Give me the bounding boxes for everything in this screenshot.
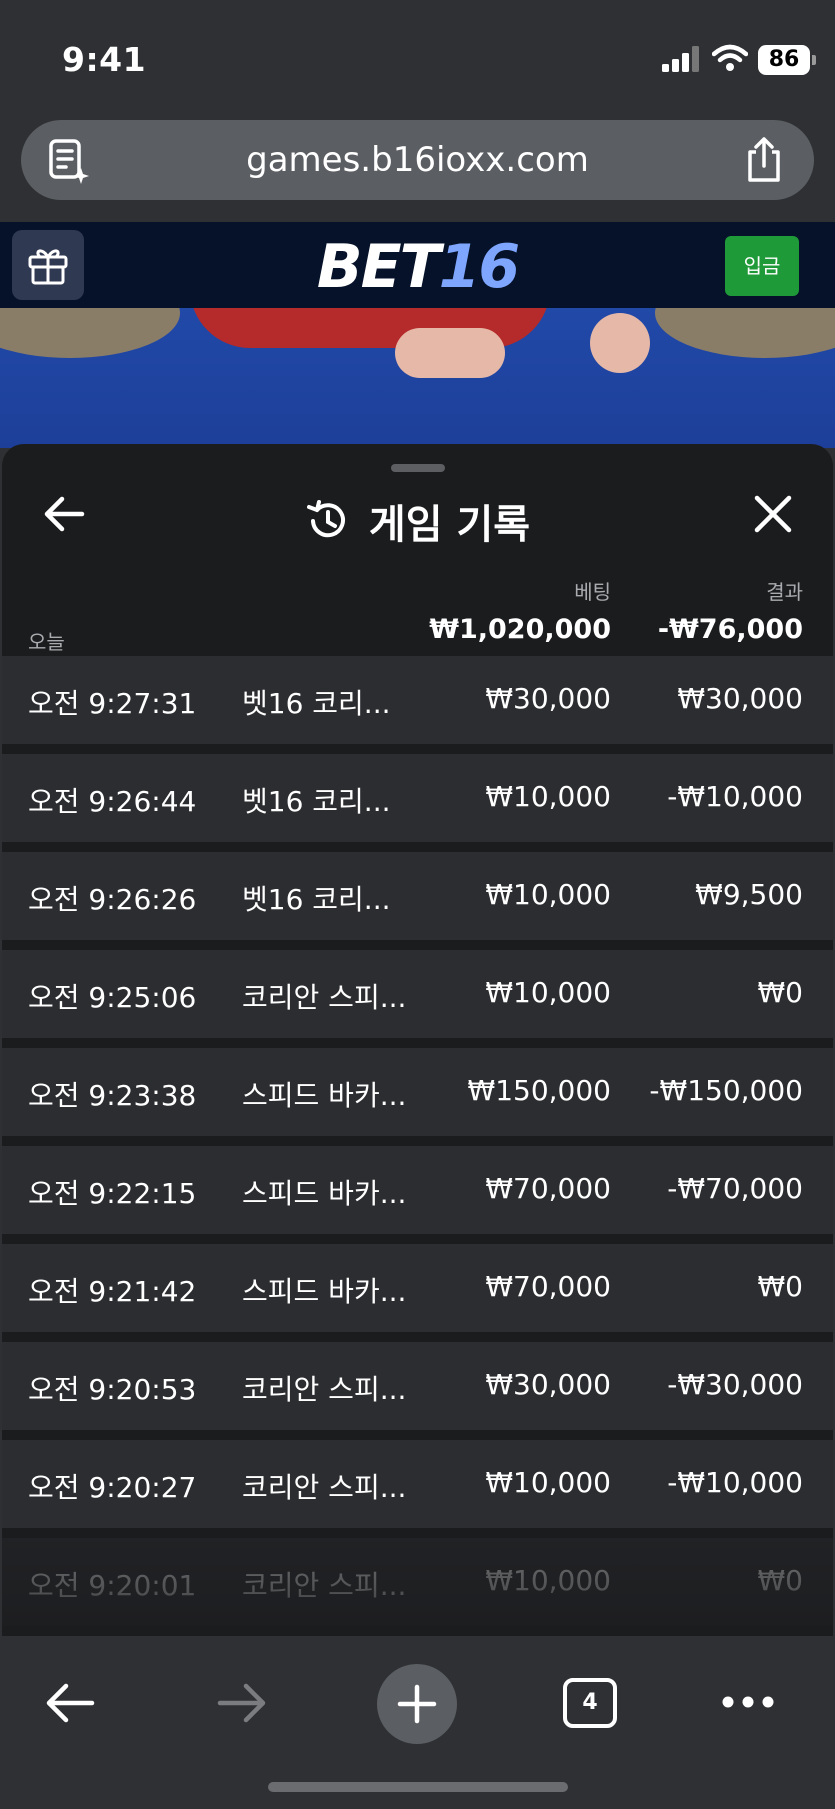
row-result: ₩9,500 — [695, 878, 803, 911]
row-game: 벳16 코리... — [242, 687, 391, 720]
history-row[interactable]: 오전 9:20:27 코리안 스피... ₩10,000 -₩10,000 — [2, 1440, 833, 1528]
row-game: 코리안 스피... — [242, 981, 407, 1014]
game-history-sheet: 게임 기록 베팅 결과 오늘 ₩1,020,000 -₩76,000 오전 9:… — [2, 444, 833, 1644]
logo-text-16: 16 — [438, 232, 520, 302]
row-bet: ₩10,000 — [485, 1466, 611, 1499]
history-icon — [306, 500, 345, 538]
row-game: 코리안 스피... — [242, 1373, 407, 1406]
history-row[interactable]: 오전 9:26:26 벳16 코리... ₩10,000 ₩9,500 — [2, 852, 833, 940]
history-row[interactable]: 오전 9:21:42 스피드 바카... ₩70,000 ₩0 — [2, 1244, 833, 1332]
row-time: 오전 9:20:53 — [28, 1373, 197, 1406]
status-bar: 9:41 86 — [0, 0, 835, 115]
logo-text-bet: BET — [316, 232, 441, 302]
status-time: 9:41 — [62, 40, 147, 79]
history-row[interactable]: 오전 9:27:31 벳16 코리... ₩30,000 ₩30,000 — [2, 656, 833, 744]
history-row[interactable]: 오전 9:26:44 벳16 코리... ₩10,000 -₩10,000 — [2, 754, 833, 842]
history-row[interactable]: 오전 9:20:01 코리안 스피... ₩10,000 ₩0 — [2, 1538, 833, 1626]
row-bet: ₩150,000 — [467, 1074, 611, 1107]
deposit-button[interactable]: 입금 — [725, 236, 799, 296]
dealer-hand — [395, 328, 505, 378]
row-time: 오전 9:20:01 — [28, 1569, 197, 1602]
row-result: -₩70,000 — [667, 1172, 803, 1205]
row-game: 스피드 바카... — [242, 1177, 407, 1210]
row-result: ₩0 — [757, 1564, 804, 1597]
history-row[interactable]: 오전 9:22:15 스피드 바카... ₩70,000 -₩70,000 — [2, 1146, 833, 1234]
sheet-header: 게임 기록 — [2, 492, 833, 550]
history-list: 오전 9:27:31 벳16 코리... ₩30,000 ₩30,000 오전 … — [2, 656, 833, 1636]
row-bet: ₩10,000 — [485, 1564, 611, 1597]
row-game: 코리안 스피... — [242, 1471, 407, 1504]
table-rail — [655, 308, 835, 358]
table-rail — [0, 308, 180, 358]
row-game: 벳16 코리... — [242, 785, 391, 818]
row-game: 스피드 바카... — [242, 1079, 407, 1112]
site-header: BET16 입금 — [0, 222, 835, 308]
site-logo[interactable]: BET16 — [0, 232, 835, 302]
history-row[interactable]: 오전 9:23:38 스피드 바카... ₩150,000 -₩150,000 — [2, 1048, 833, 1136]
url-text: games.b16ioxx.com — [246, 140, 589, 180]
row-bet: ₩30,000 — [485, 1368, 611, 1401]
row-game: 코리안 스피... — [242, 1569, 407, 1602]
row-result: ₩30,000 — [677, 682, 803, 715]
more-icon[interactable] — [720, 1694, 776, 1710]
sheet-grabber[interactable] — [391, 464, 445, 472]
period-label: 오늘 — [28, 630, 65, 654]
plus-icon — [397, 1684, 437, 1724]
row-result: -₩10,000 — [667, 780, 803, 813]
row-game: 벳16 코리... — [242, 883, 391, 916]
row-result: ₩0 — [757, 976, 804, 1009]
wifi-icon — [712, 44, 748, 71]
share-icon[interactable] — [744, 136, 784, 184]
row-bet: ₩70,000 — [485, 1270, 611, 1303]
live-video — [0, 308, 835, 448]
dealer-hand — [590, 313, 650, 373]
bet-column-label: 베팅 — [574, 580, 611, 604]
cellular-signal-icon — [662, 46, 699, 72]
row-time: 오전 9:26:44 — [28, 785, 197, 818]
row-bet: ₩30,000 — [485, 682, 611, 715]
result-column-label: 결과 — [766, 580, 803, 604]
row-bet: ₩10,000 — [485, 976, 611, 1009]
row-game: 스피드 바카... — [242, 1275, 407, 1308]
browser-back-icon[interactable] — [44, 1681, 96, 1725]
home-indicator[interactable] — [268, 1782, 568, 1792]
history-row[interactable]: 오전 9:20:53 코리안 스피... ₩30,000 -₩30,000 — [2, 1342, 833, 1430]
row-time: 오전 9:26:26 — [28, 883, 197, 916]
row-time: 오전 9:20:27 — [28, 1471, 197, 1504]
new-tab-button[interactable] — [377, 1664, 457, 1744]
row-result: ₩0 — [757, 1270, 804, 1303]
summary-header: 베팅 결과 오늘 ₩1,020,000 -₩76,000 — [2, 564, 833, 654]
row-result: -₩10,000 — [667, 1466, 803, 1499]
browser-forward-icon[interactable] — [216, 1681, 268, 1725]
battery-indicator: 86 — [758, 45, 816, 75]
row-bet: ₩70,000 — [485, 1172, 611, 1205]
tabs-button[interactable]: 4 — [563, 1678, 617, 1728]
history-row[interactable]: 오전 9:25:06 코리안 스피... ₩10,000 ₩0 — [2, 950, 833, 1038]
row-time: 오전 9:22:15 — [28, 1177, 197, 1210]
row-time: 오전 9:25:06 — [28, 981, 197, 1014]
row-bet: ₩10,000 — [485, 878, 611, 911]
sheet-title: 게임 기록 — [368, 502, 531, 548]
row-time: 오전 9:27:31 — [28, 687, 197, 720]
address-bar[interactable]: games.b16ioxx.com — [21, 120, 814, 200]
close-icon[interactable] — [753, 494, 793, 534]
row-result: -₩30,000 — [667, 1368, 803, 1401]
total-result: -₩76,000 — [657, 614, 803, 645]
row-time: 오전 9:23:38 — [28, 1079, 197, 1112]
row-time: 오전 9:21:42 — [28, 1275, 197, 1308]
row-result: -₩150,000 — [649, 1074, 803, 1107]
total-bet: ₩1,020,000 — [429, 614, 611, 645]
row-bet: ₩10,000 — [485, 780, 611, 813]
